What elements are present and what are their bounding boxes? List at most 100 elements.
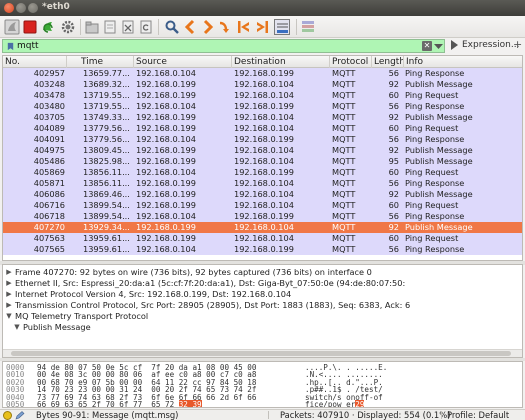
bookmark-icon[interactable] (6, 42, 15, 51)
last-packet-icon[interactable] (254, 19, 270, 35)
table-row[interactable]: 403248 13689.32... 192.168.0.199 192.168.0.… (3, 79, 522, 90)
table-row[interactable]: 404089 13779.56... 192.168.0.199 192.168.0.… (3, 123, 522, 134)
table-row[interactable]: 407563 13959.61... 192.168.0.199 192.168.0.… (3, 233, 522, 244)
status-profile[interactable]: Profile: Default (447, 410, 509, 420)
scrollbar-thumb[interactable] (11, 351, 511, 356)
table-row[interactable]: 407565 13959.61... 192.168.0.104 192.168.0.… (3, 244, 522, 255)
expand-arrow-icon[interactable]: ▶ (5, 289, 13, 300)
cell-time: 13659.77... (83, 68, 130, 78)
display-filter-input[interactable]: mqtt ✕ (2, 39, 445, 53)
column-header-protocol[interactable]: Protocol (330, 56, 372, 68)
cell-dst: 192.168.0.104 (234, 123, 294, 133)
cell-info: Ping Response (405, 134, 465, 144)
stop-square-icon[interactable] (22, 19, 38, 35)
expression-button[interactable]: Expression... (462, 39, 519, 52)
restart-capture-icon[interactable] (40, 19, 56, 35)
go-to-packet-icon[interactable] (218, 19, 234, 35)
table-row[interactable]: 404975 13809.45... 192.168.0.199 192.168.0.… (3, 145, 522, 156)
cell-time: 13825.98... (83, 156, 130, 166)
edit-comment-icon[interactable] (15, 411, 25, 420)
column-header-source[interactable]: Source (134, 56, 232, 68)
table-row[interactable]: 404091 13779.56... 192.168.0.104 192.168.0.… (3, 134, 522, 145)
cell-len: 92 (388, 189, 399, 199)
cell-len: 56 (388, 101, 399, 111)
maximize-window-button[interactable] (28, 3, 38, 13)
go-back-icon[interactable] (182, 19, 198, 35)
details-horizontal-scrollbar[interactable] (3, 349, 522, 357)
hex-row[interactable]: 0050 66 69 63 65 2f 70 6f 77 65 72 32 39 f… (3, 400, 522, 408)
cell-dst: 192.168.0.104 (234, 112, 294, 122)
cell-proto: MQTT (332, 145, 356, 155)
table-row[interactable]: 406086 13869.46... 192.168.0.199 192.168.0.… (3, 189, 522, 200)
find-packet-icon[interactable] (164, 19, 180, 35)
cell-no: 403478 (33, 90, 65, 100)
table-row[interactable]: 403705 13749.33... 192.168.0.199 192.168.0.… (3, 112, 522, 123)
autoscroll-icon[interactable] (274, 19, 290, 35)
ascii-highlight: 29 (355, 400, 365, 408)
detail-text: Transmission Control Protocol, Src Port:… (15, 300, 411, 310)
table-row-selected[interactable]: 407270 13929.34... 192.168.0.199 192.168.0.… (3, 222, 522, 233)
cell-time: 13959.61... (83, 244, 130, 254)
clear-filter-icon[interactable]: ✕ (422, 41, 432, 51)
shark-fin-start-icon[interactable] (4, 19, 20, 35)
table-row[interactable]: 406718 13899.54... 192.168.0.104 192.168.0.… (3, 211, 522, 222)
go-forward-icon[interactable] (200, 19, 216, 35)
open-file-icon[interactable] (84, 19, 100, 35)
cell-time: 13899.54... (83, 211, 130, 221)
cell-time: 13749.33... (83, 112, 130, 122)
expand-arrow-icon[interactable]: ▶ (5, 278, 13, 289)
cell-dst: 192.168.0.104 (234, 178, 294, 188)
cell-dst: 192.168.0.104 (234, 189, 294, 199)
column-header-destination[interactable]: Destination (232, 56, 330, 68)
column-header-no[interactable]: No. (3, 56, 67, 68)
close-file-icon[interactable] (120, 19, 136, 35)
cell-len: 60 (388, 233, 399, 243)
cell-src: 192.168.0.199 (136, 112, 196, 122)
status-separator (268, 411, 269, 419)
close-window-button[interactable] (4, 3, 14, 13)
cell-info: Ping Request (405, 200, 459, 210)
toolbar-separator (158, 19, 159, 35)
table-row[interactable]: 405869 13856.11... 192.168.0.104 192.168.0.… (3, 167, 522, 178)
add-filter-button[interactable]: + (513, 38, 522, 52)
table-row[interactable]: 405486 13825.98... 192.168.0.199 192.168.0.… (3, 156, 522, 167)
display-filter-bar: mqtt ✕ Expression... + (0, 38, 525, 54)
expand-arrow-icon[interactable]: ▶ (5, 300, 13, 311)
first-packet-icon[interactable] (236, 19, 252, 35)
collapse-arrow-icon[interactable]: ▼ (5, 311, 13, 322)
toolbar-separator (80, 19, 81, 35)
cell-proto: MQTT (332, 79, 356, 89)
cell-time: 13869.46... (83, 189, 130, 199)
cell-time: 13719.55... (83, 101, 130, 111)
colorize-icon[interactable] (300, 19, 316, 35)
cell-time: 13809.45... (83, 145, 130, 155)
collapse-arrow-icon[interactable]: ▼ (13, 322, 21, 333)
cell-src: 192.168.0.199 (136, 200, 196, 210)
chevron-down-icon[interactable] (434, 43, 443, 50)
filter-text[interactable]: mqtt (17, 40, 39, 53)
cell-no: 404089 (33, 123, 65, 133)
reload-icon[interactable] (138, 19, 154, 35)
table-row[interactable]: 403480 13719.55... 192.168.0.104 192.168.0.… (3, 101, 522, 112)
table-row[interactable]: 406716 13899.54... 192.168.0.199 192.168.0.… (3, 200, 522, 211)
minimize-window-button[interactable] (16, 3, 26, 13)
expert-info-icon[interactable] (3, 411, 12, 420)
detail-text: Frame 407270: 92 bytes on wire (736 bits… (15, 267, 372, 277)
cell-proto: MQTT (332, 134, 356, 144)
cell-proto: MQTT (332, 167, 356, 177)
cell-no: 403480 (33, 101, 65, 111)
column-header-info[interactable]: Info (404, 56, 522, 68)
main-toolbar (0, 16, 525, 38)
expand-arrow-icon[interactable]: ▶ (5, 267, 13, 278)
table-row[interactable]: 403478 13719.55... 192.168.0.199 192.168.0.… (3, 90, 522, 101)
table-row[interactable]: 405871 13856.11... 192.168.0.199 192.168.0.… (3, 178, 522, 189)
table-row[interactable]: 402957 13659.77... 192.168.0.104 192.168.0.… (3, 68, 522, 79)
cell-info: Ping Request (405, 123, 459, 133)
cell-time: 13856.11... (83, 167, 130, 177)
apply-filter-arrow-icon[interactable] (449, 39, 459, 51)
save-file-icon[interactable] (102, 19, 118, 35)
column-header-time[interactable]: Time (67, 56, 134, 68)
column-header-length[interactable]: Length (372, 56, 404, 68)
cell-info: Publish Message (405, 189, 473, 199)
capture-options-gear-icon[interactable] (60, 19, 76, 35)
